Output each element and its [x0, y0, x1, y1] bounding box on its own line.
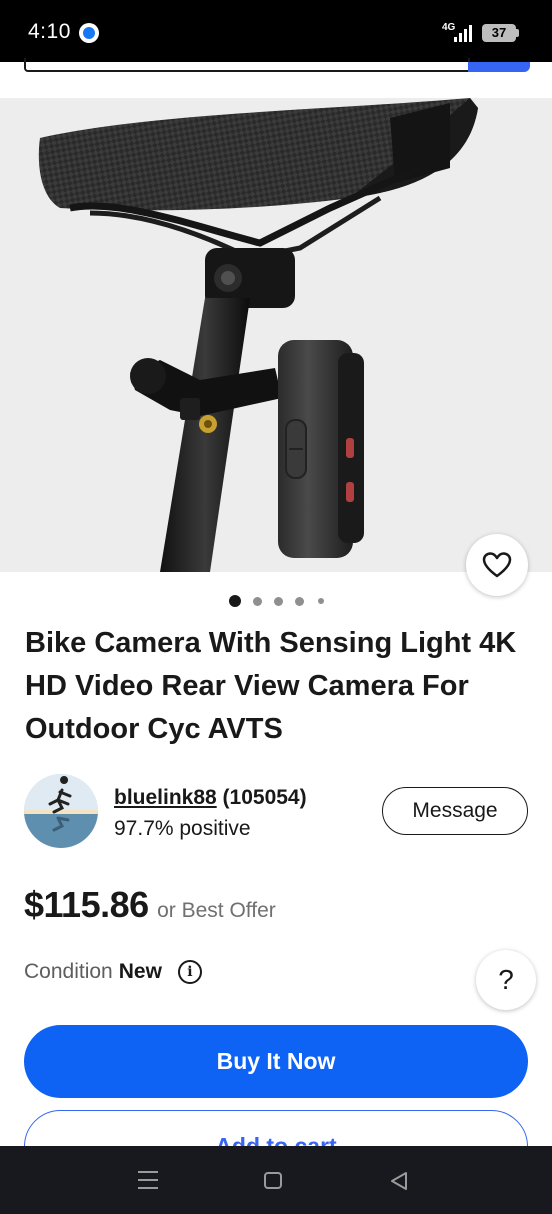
carousel-dot[interactable] [295, 597, 304, 606]
image-carousel-indicator [0, 595, 552, 607]
condition-label: Condition [24, 960, 113, 983]
signal-icon [454, 25, 472, 42]
carousel-dot[interactable] [253, 597, 262, 606]
messenger-icon [79, 23, 99, 43]
message-button[interactable]: Message [382, 787, 528, 835]
system-nav-bar [0, 1146, 552, 1214]
seller-avatar[interactable] [24, 774, 98, 848]
home-icon[interactable] [264, 1172, 282, 1189]
heart-icon [482, 552, 512, 578]
recent-apps-icon[interactable] [138, 1171, 158, 1189]
price-block: $115.86 or Best Offer [24, 884, 276, 926]
seller-feedback-count: (105054) [222, 786, 307, 809]
carousel-dot[interactable] [274, 597, 283, 606]
buy-it-now-button[interactable]: Buy It Now [24, 1025, 528, 1098]
seller-info: bluelink88 (105054) [114, 786, 307, 810]
battery-icon: 37 [482, 24, 519, 42]
condition-value: New [118, 960, 162, 983]
condition-row: Condition New i [24, 960, 202, 984]
seller-rating: 97.7% positive [114, 817, 251, 840]
seller-name-link[interactable]: bluelink88 [114, 786, 217, 809]
product-image[interactable] [0, 98, 552, 572]
runner-avatar-image [24, 774, 98, 848]
status-bar: 4:10 4G 37 [0, 0, 552, 62]
search-button[interactable] [468, 62, 530, 72]
carousel-dot-active[interactable] [229, 595, 241, 607]
price: $115.86 [24, 884, 149, 925]
status-time: 4:10 [28, 20, 71, 43]
carousel-dot[interactable] [318, 598, 324, 604]
help-button[interactable]: ? [476, 950, 536, 1010]
search-input[interactable] [24, 58, 470, 72]
back-icon[interactable] [389, 1171, 409, 1191]
info-icon[interactable]: i [177, 960, 202, 984]
product-title: Bike Camera With Sensing Light 4K HD Vid… [25, 627, 517, 745]
bike-camera-photo [38, 98, 478, 572]
best-offer-label: or Best Offer [157, 899, 276, 922]
search-bar [0, 58, 552, 98]
watchlist-button[interactable] [466, 534, 528, 596]
